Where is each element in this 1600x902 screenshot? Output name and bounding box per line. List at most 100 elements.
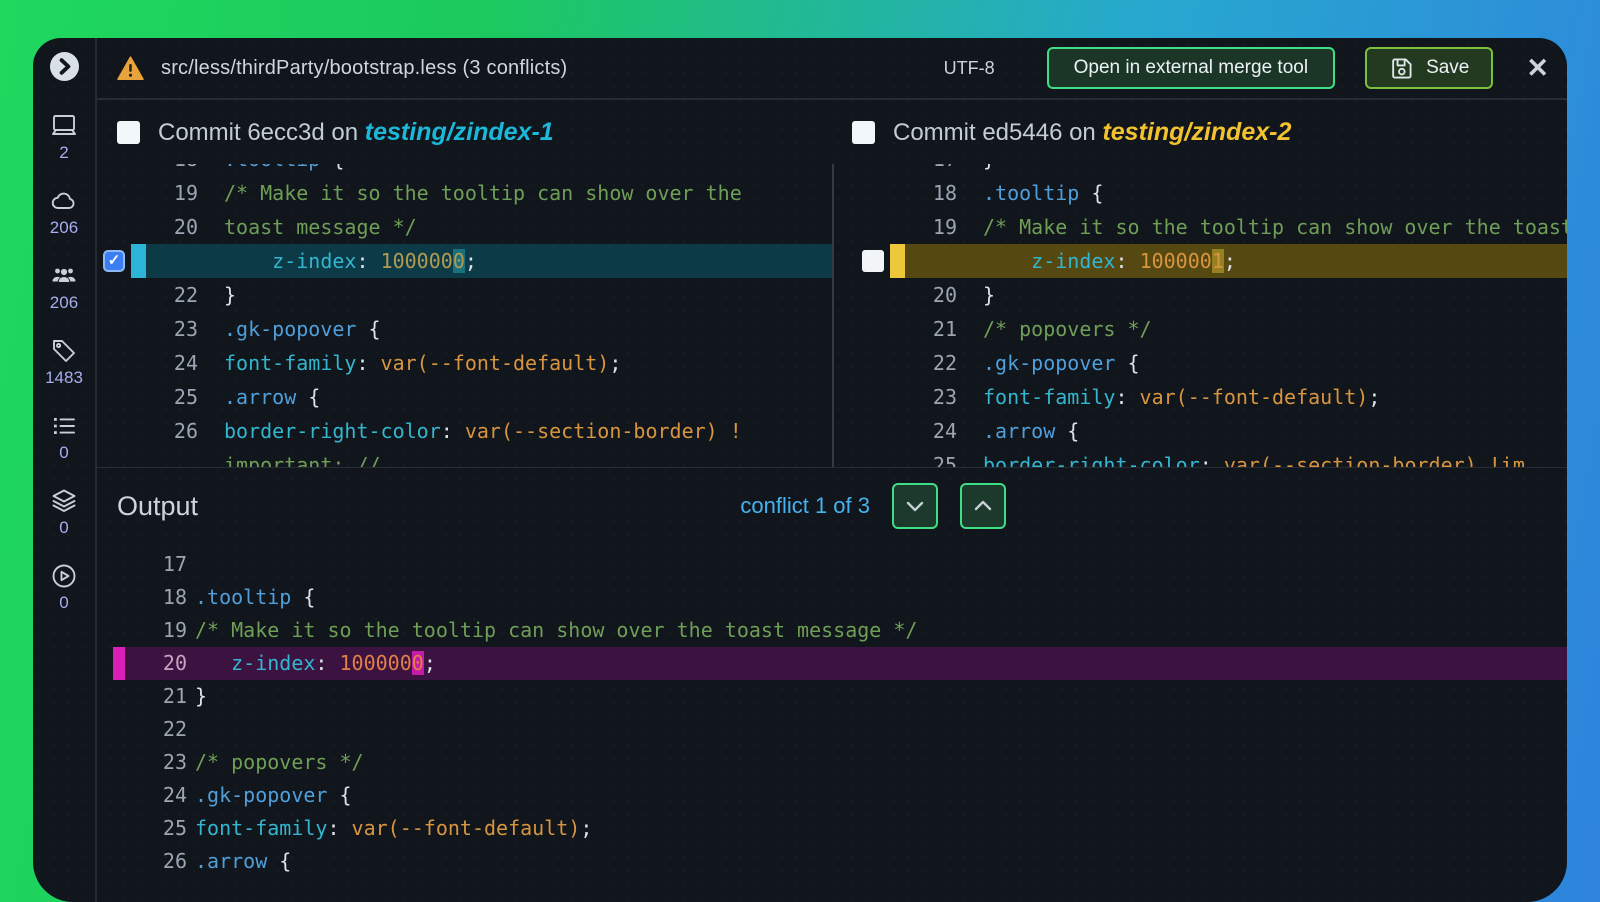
conflict-marker (131, 448, 146, 467)
right-commit-checkbox[interactable] (852, 121, 875, 144)
left-commit-pane: Commit 6ecc3d on testing/zindex-1 18.too… (97, 100, 832, 467)
output-code-line: 20 z-index: 1000000; (97, 647, 1567, 680)
line-number: 23 (125, 746, 187, 779)
output-title: Output (117, 491, 198, 522)
line-checkbox[interactable]: ✓ (103, 250, 125, 272)
expand-chevron-icon[interactable] (49, 51, 80, 82)
code-line: 17} (834, 164, 1567, 176)
output-code-line: 24.gk-popover { (97, 779, 1567, 812)
code-line: 24font-family: var(--font-default); (97, 346, 832, 380)
code-line: 18.tooltip { (97, 164, 832, 176)
previous-conflict-button[interactable] (960, 483, 1006, 529)
line-number (146, 244, 198, 278)
conflict-marker (113, 845, 125, 878)
sidebar-count: 206 (50, 293, 78, 313)
close-icon[interactable]: ✕ (1526, 55, 1549, 82)
code-line: 21/* popovers */ (834, 312, 1567, 346)
output-code-line: 25font-family: var(--font-default); (97, 812, 1567, 845)
save-button[interactable]: Save (1365, 47, 1493, 89)
left-branch-name: testing/zindex-1 (365, 118, 554, 146)
left-commit-label: Commit 6ecc3d on testing/zindex-1 (158, 118, 554, 147)
sidebar-item-layers[interactable]: 0 (45, 487, 83, 538)
left-code-view: 18.tooltip {19/* Make it so the tooltip … (97, 164, 832, 467)
left-sidebar: 2 206 206 1483 0 0 0 (33, 38, 97, 902)
left-commit-checkbox[interactable] (117, 121, 140, 144)
line-number: 22 (146, 278, 198, 312)
sidebar-count: 2 (59, 143, 68, 163)
conflict-marker (131, 210, 146, 244)
conflict-marker (113, 812, 125, 845)
line-number: 19 (146, 176, 198, 210)
conflict-navigation: conflict 1 of 3 (740, 483, 1006, 529)
conflict-marker (890, 448, 905, 467)
line-number (146, 448, 198, 467)
output-code-line: 21} (97, 680, 1567, 713)
open-external-merge-tool-button[interactable]: Open in external merge tool (1047, 47, 1335, 89)
tag-icon (50, 337, 78, 365)
cloud-icon (50, 187, 78, 215)
code-line: 22} (97, 278, 832, 312)
conflict-marker (131, 278, 146, 312)
line-number: 20 (146, 210, 198, 244)
conflict-marker (890, 164, 905, 176)
conflict-marker (890, 312, 905, 346)
sidebar-count: 206 (50, 218, 78, 238)
code-line: 19/* Make it so the tooltip can show ove… (97, 176, 832, 210)
conflict-marker (113, 680, 125, 713)
line-number: 18 (905, 176, 957, 210)
file-path-title: src/less/thirdParty/bootstrap.less (3 co… (161, 57, 567, 80)
next-conflict-button[interactable] (892, 483, 938, 529)
conflict-marker (113, 581, 125, 614)
sidebar-count: 0 (59, 518, 68, 538)
sidebar-item-cloud[interactable]: 206 (45, 187, 83, 238)
line-number: 24 (125, 779, 187, 812)
conflict-marker (113, 614, 125, 647)
monitor-icon (50, 112, 78, 140)
right-commit-pane: Commit ed5446 on testing/zindex-2 17}18.… (832, 100, 1567, 467)
output-section: Output conflict 1 of 3 1718.tooltip {19/… (97, 467, 1567, 902)
output-code-line: 23/* popovers */ (97, 746, 1567, 779)
conflict-marker (113, 746, 125, 779)
line-number: 18 (125, 581, 187, 614)
line-number: 23 (905, 380, 957, 414)
main-area: src/less/thirdParty/bootstrap.less (3 co… (97, 38, 1567, 902)
line-checkbox[interactable] (862, 250, 884, 272)
code-line: 20} (834, 278, 1567, 312)
right-commit-label: Commit ed5446 on testing/zindex-2 (893, 118, 1291, 147)
conflict-marker (890, 210, 905, 244)
code-line: 20toast message */ (97, 210, 832, 244)
sidebar-item-list[interactable]: 0 (45, 412, 83, 463)
output-code-view: 1718.tooltip {19/* Make it so the toolti… (97, 540, 1567, 902)
chevron-down-icon (903, 494, 927, 518)
line-number: 25 (146, 380, 198, 414)
right-commit-header: Commit ed5446 on testing/zindex-2 (832, 100, 1567, 164)
sidebar-item-play[interactable]: 0 (45, 562, 83, 613)
code-line: 25border-right-color: var(--section-bord… (834, 448, 1567, 467)
line-number: 25 (125, 812, 187, 845)
code-line: z-index: 1000001; (834, 244, 1567, 278)
output-code-line: 18.tooltip { (97, 581, 1567, 614)
line-number: 17 (125, 548, 187, 581)
encoding-label: UTF-8 (944, 58, 995, 79)
conflict-marker (890, 346, 905, 380)
sidebar-item-team[interactable]: 206 (45, 262, 83, 313)
code-line: important; // ... (97, 448, 832, 467)
output-code-line: 17 (97, 548, 1567, 581)
output-code-line: 26.arrow { (97, 845, 1567, 878)
layers-icon (50, 487, 78, 515)
line-number: 24 (146, 346, 198, 380)
sidebar-item-monitor[interactable]: 2 (45, 112, 83, 163)
line-number (905, 244, 957, 278)
code-line: 26border-right-color: var(--section-bord… (97, 414, 832, 448)
conflict-marker (890, 176, 905, 210)
sidebar-item-tag[interactable]: 1483 (45, 337, 83, 388)
right-branch-name: testing/zindex-2 (1102, 118, 1291, 146)
left-commit-header: Commit 6ecc3d on testing/zindex-1 (97, 100, 832, 164)
output-code-line: 22 (97, 713, 1567, 746)
conflict-marker (131, 414, 146, 448)
output-header: Output conflict 1 of 3 (97, 468, 1567, 540)
conflict-marker (131, 312, 146, 346)
code-line: 23.gk-popover { (97, 312, 832, 346)
merge-conflict-window: 2 206 206 1483 0 0 0 src/less/thirdParty/boots… (33, 38, 1567, 902)
sidebar-count: 1483 (45, 368, 83, 388)
